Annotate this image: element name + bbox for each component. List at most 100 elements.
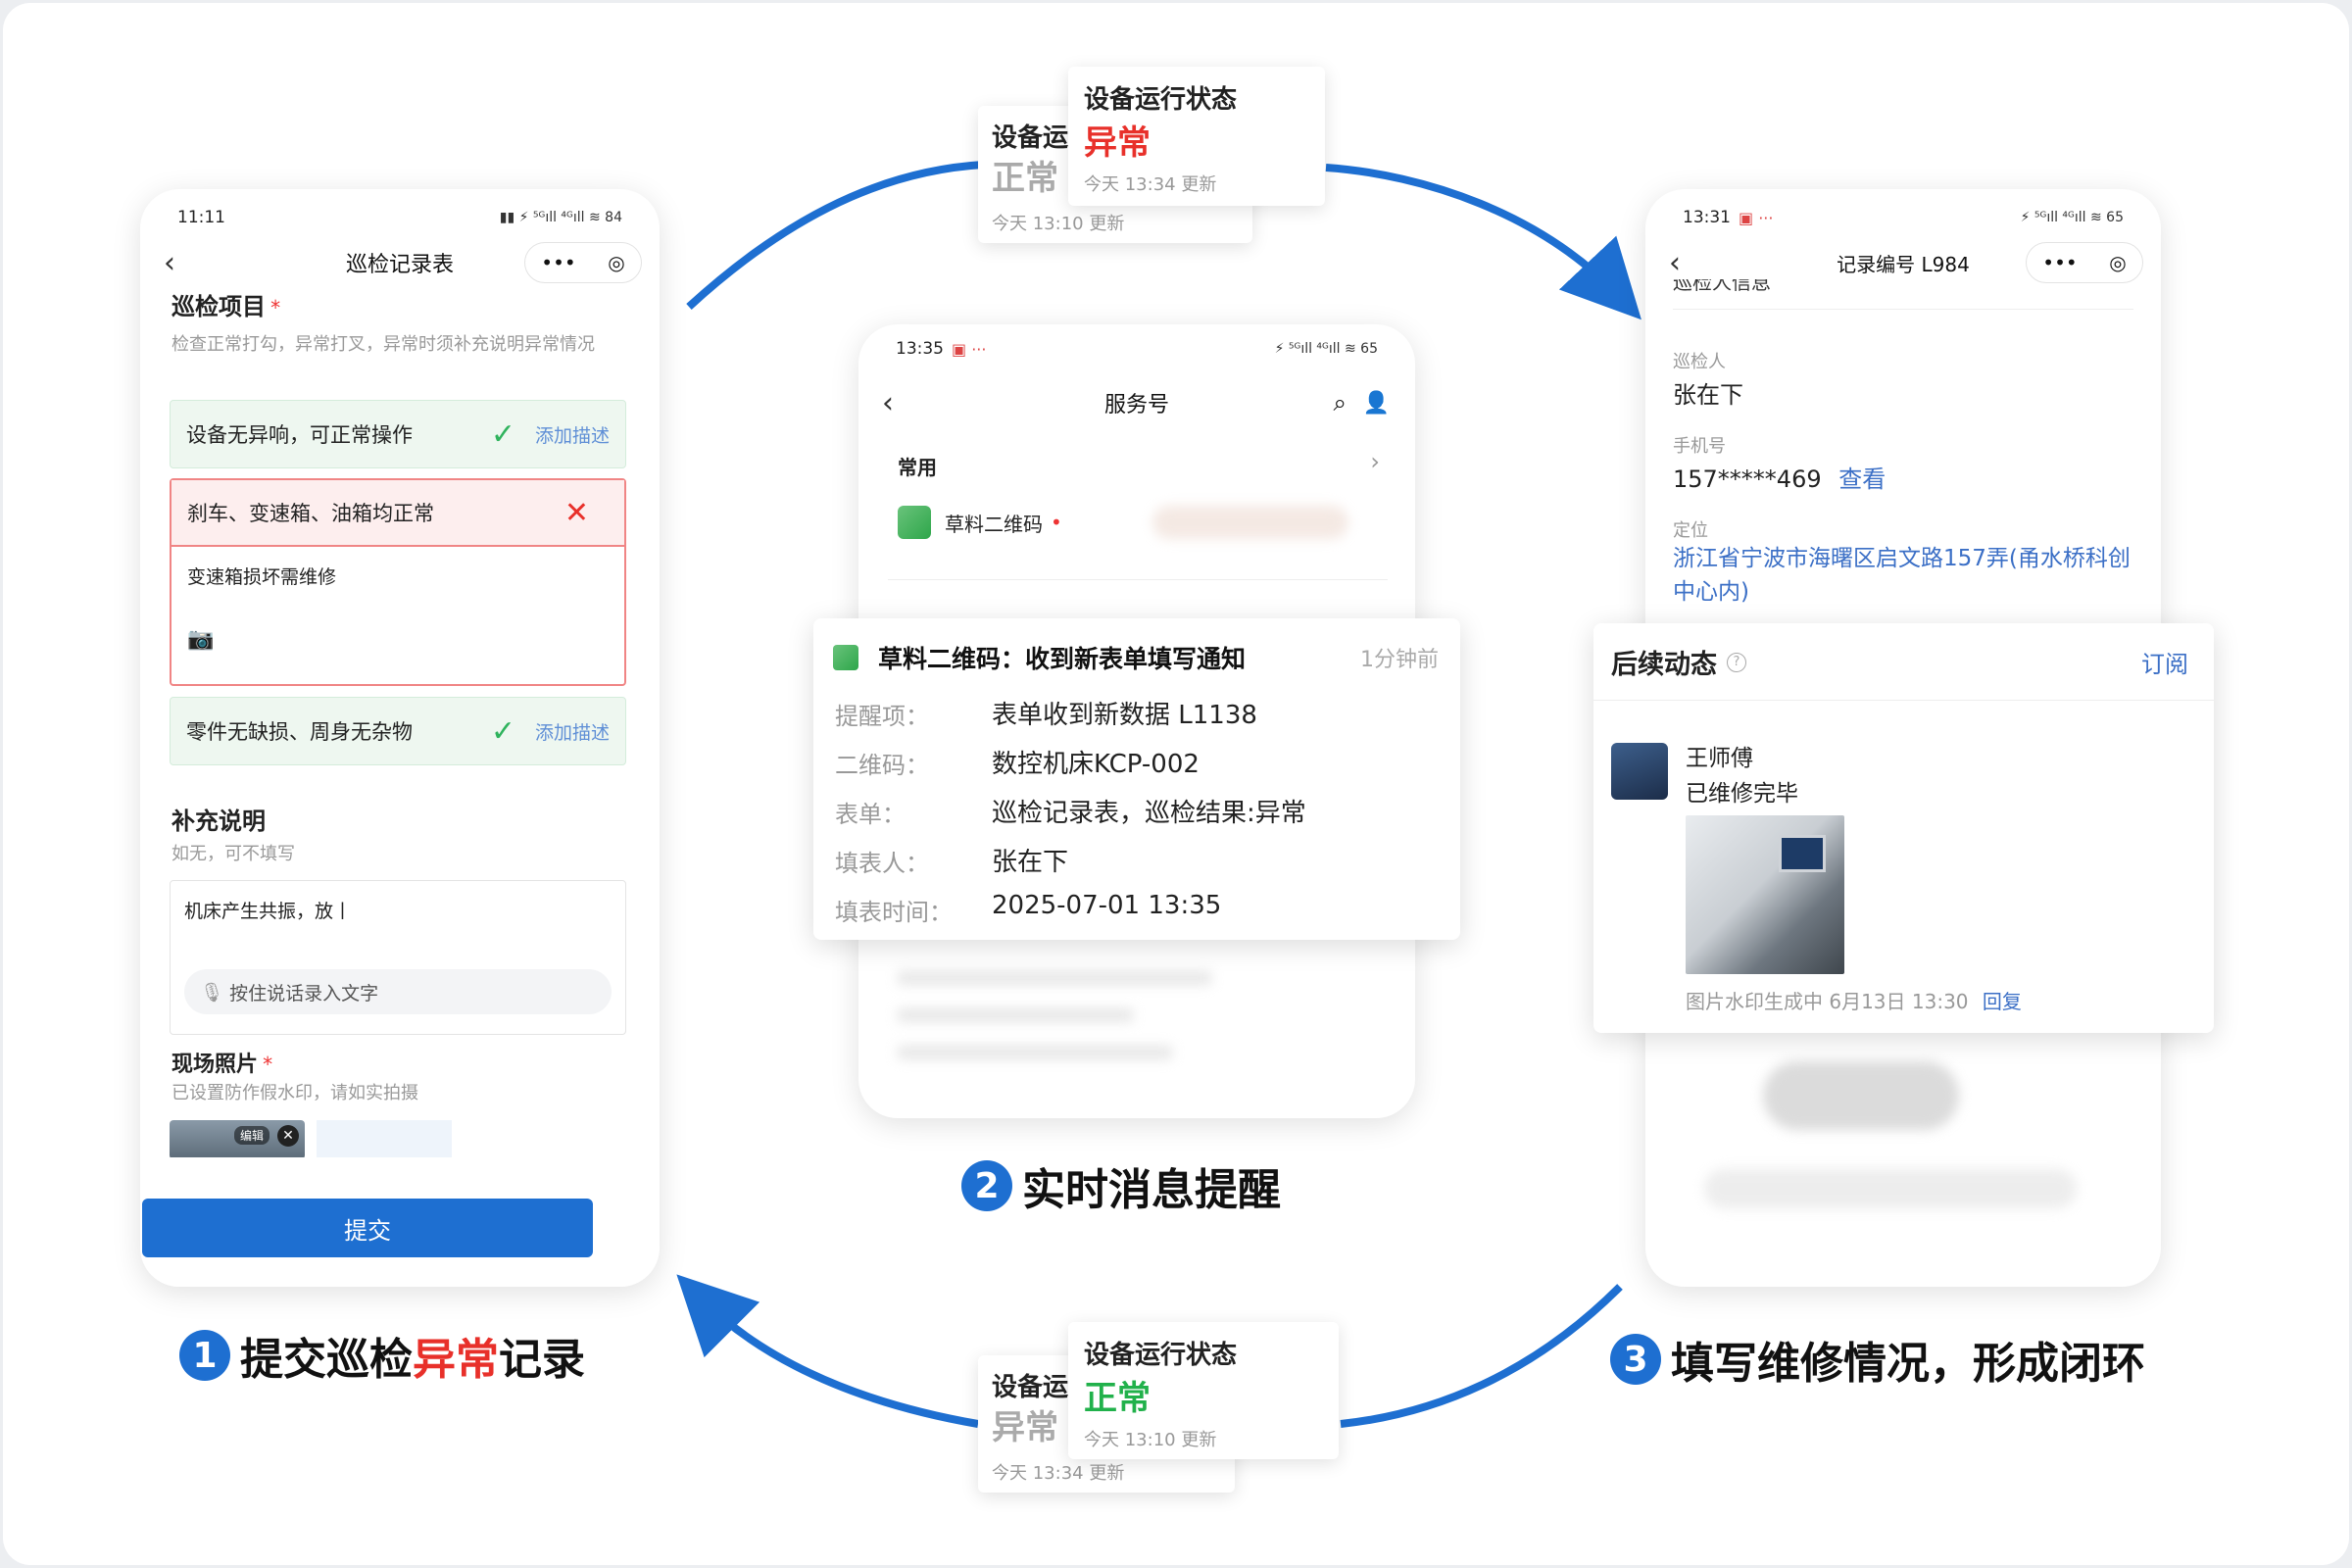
submit-button[interactable]: 提交 — [142, 1199, 593, 1257]
abnormal-note[interactable]: 变速箱损坏需维修 — [187, 563, 336, 589]
cut-section-header: 巡检人信息 — [1673, 279, 1771, 291]
check-item-header: 刹车、变速箱、油箱均正常 ✕ — [172, 480, 624, 547]
followup-footer-row: 图片水印生成中 6月13日 13:30 回复 — [1686, 986, 2022, 1014]
status-title: 设备运行状态 — [1084, 85, 1238, 115]
step-number-badge: 3 — [1610, 1334, 1661, 1385]
status-icons: ▮▮ ⚡ ⁵ᴳıll ⁴ᴳıll ≋ 84 — [499, 210, 622, 225]
mini-capsule[interactable]: ••• ◎ — [524, 242, 642, 283]
app-name: 草料二维码 — [945, 512, 1043, 536]
notification-card[interactable]: 草料二维码：收到新表单填写通知 1分钟前 提醒项： 表单收到新数据 L1138 … — [813, 618, 1460, 940]
site-photo-thumb[interactable]: 编辑 ✕ — [170, 1120, 305, 1159]
photo-edit-label[interactable]: 编辑 — [233, 1126, 270, 1145]
supplement-hint: 如无，可不填写 — [172, 844, 295, 864]
chevron-right-icon[interactable]: › — [1370, 448, 1380, 475]
notif-value: 表单收到新数据 L1138 — [992, 701, 1257, 730]
help-icon[interactable]: ? — [1727, 652, 1746, 672]
status-time: 今天 13:34 更新 — [1084, 174, 1217, 195]
voice-hint: 按住说话录入文字 — [229, 982, 379, 1004]
unread-dot: • — [1051, 511, 1062, 534]
status-card-front-top: 设备运行状态 异常 今天 13:34 更新 — [1068, 67, 1325, 206]
back-icon[interactable]: ‹ — [882, 386, 894, 420]
camera-icon[interactable]: 📷 — [187, 627, 214, 652]
status-card-front-bottom: 设备运行状态 正常 今天 13:10 更新 — [1068, 1322, 1339, 1459]
notif-label: 二维码： — [835, 752, 929, 779]
back-icon[interactable]: ‹ — [1669, 246, 1681, 280]
status-bar: 11:11 ▮▮ ⚡ ⁵ᴳıll ⁴ᴳıll ≋ 84 — [177, 203, 622, 232]
location-label: 定位 — [1673, 520, 1708, 541]
check-icon[interactable]: ✓ — [491, 417, 515, 452]
step1-text-post: 记录 — [499, 1335, 585, 1385]
notif-value: 2025-07-01 13:35 — [992, 891, 1222, 920]
qr-app-icon — [833, 645, 858, 670]
step2-title: 2 实时消息提醒 — [961, 1154, 1281, 1217]
followup-footer: 图片水印生成中 6月13日 13:30 — [1686, 990, 1969, 1013]
mini-capsule[interactable]: ••• ◎ — [2026, 242, 2143, 283]
step1-title: 1 提交巡检 异常 记录 — [179, 1324, 585, 1387]
notif-label: 填表时间： — [835, 899, 953, 926]
reply-link[interactable]: 回复 — [1983, 990, 2022, 1013]
page-title: 巡检记录表 — [345, 253, 454, 277]
notification-header: 草料二维码：收到新表单填写通知 — [833, 640, 1246, 675]
divider — [1593, 700, 2214, 701]
check-item-label: 设备无异响，可正常操作 — [186, 423, 413, 447]
page-title: 服务号 — [1103, 393, 1169, 417]
inspector-value: 张在下 — [1673, 381, 1743, 409]
more-icon[interactable]: ••• — [2042, 251, 2077, 274]
avatar[interactable] — [1611, 743, 1668, 800]
status-title: 设备运 — [992, 123, 1069, 153]
blurred-entry — [1152, 506, 1348, 539]
add-photo-slot[interactable] — [317, 1120, 452, 1159]
section-header: 巡检项目 * — [172, 287, 280, 321]
check-item-label: 零件无缺损、周身无杂物 — [186, 720, 413, 744]
notification-title: 草料二维码：收到新表单填写通知 — [878, 645, 1247, 673]
inspector-label: 巡检人 — [1673, 352, 1726, 372]
subscribe-button[interactable]: 订阅 — [2141, 645, 2188, 679]
check-item[interactable]: 零件无缺损、周身无杂物 ✓ 添加描述 — [170, 697, 626, 765]
step3-text: 填写维修情况，形成闭环 — [1671, 1339, 2145, 1389]
voice-input-button[interactable]: 🎙 按住说话录入文字 — [184, 969, 612, 1014]
cross-icon[interactable]: ✕ — [564, 496, 589, 530]
required-mark: * — [270, 296, 281, 319]
remove-photo-icon[interactable]: ✕ — [277, 1125, 299, 1147]
notification-icon: ▣ ··· — [1739, 208, 1774, 227]
notif-label: 填表人： — [835, 850, 929, 877]
close-target-icon[interactable]: ◎ — [2109, 251, 2126, 274]
qr-app-icon — [898, 506, 931, 539]
required-mark: * — [263, 1053, 273, 1076]
supplement-text: 机床产生共振，放丨 — [184, 901, 353, 922]
search-icon[interactable]: ⌕ — [1334, 389, 1347, 416]
add-description-link[interactable]: 添加描述 — [535, 421, 610, 448]
status-time: 13:35 — [896, 339, 944, 359]
canvas: 设备运 正常 今天 13:10 更新 设备运行状态 异常 今天 13:34 更新… — [3, 3, 2349, 1565]
location-value[interactable]: 浙江省宁波市海曙区启文路157弄(甬水桥科创中心内) — [1673, 542, 2133, 609]
status-time: 今天 13:10 更新 — [992, 214, 1125, 234]
photo-header: 现场照片 * — [172, 1047, 272, 1078]
followup-message: 已维修完毕 — [1686, 781, 1798, 807]
section-label: 常用 — [898, 456, 937, 479]
followup-user: 王师傅 — [1686, 746, 1753, 771]
step3-title: 3 填写维修情况，形成闭环 — [1610, 1328, 2145, 1391]
machine-panel — [1779, 835, 1826, 872]
nav-bar: ‹ 巡检记录表 ••• ◎ — [140, 238, 660, 287]
status-time: 今天 13:10 更新 — [1084, 1430, 1217, 1450]
add-description-link[interactable]: 添加描述 — [535, 718, 610, 745]
status-icons: ⚡ ⁵ᴳıll ⁴ᴳıll ≋ 65 — [2020, 210, 2124, 225]
check-item[interactable]: 设备无异响，可正常操作 ✓ 添加描述 — [170, 400, 626, 468]
notification-time: 1分钟前 — [1360, 648, 1439, 672]
nav-bar: ‹ 服务号 ⌕ 👤 — [858, 378, 1415, 427]
notif-value: 巡检记录表，巡检结果:异常 — [992, 799, 1306, 828]
supplement-textarea[interactable]: 机床产生共振，放丨 🎙 按住说话录入文字 — [170, 880, 626, 1035]
close-target-icon[interactable]: ◎ — [608, 251, 624, 274]
status-value: 正常 — [1084, 1379, 1151, 1418]
page-title: 记录编号 L984 — [1837, 252, 1970, 276]
check-item-abnormal[interactable]: 刹车、变速箱、油箱均正常 ✕ 变速箱损坏需维修 📷 — [170, 478, 626, 686]
divider — [1673, 309, 2133, 310]
repair-photo[interactable] — [1686, 815, 1844, 974]
back-icon[interactable]: ‹ — [164, 246, 175, 280]
view-phone-link[interactable]: 查看 — [1838, 466, 1886, 493]
user-icon[interactable]: 👤 — [1363, 391, 1390, 416]
check-icon[interactable]: ✓ — [491, 714, 515, 749]
status-bar: 13:35 ▣ ··· ⚡ ⁵ᴳıll ⁴ᴳıll ≋ 65 — [896, 334, 1378, 364]
more-icon[interactable]: ••• — [541, 251, 575, 274]
app-entry[interactable]: 草料二维码 • — [898, 506, 1062, 539]
